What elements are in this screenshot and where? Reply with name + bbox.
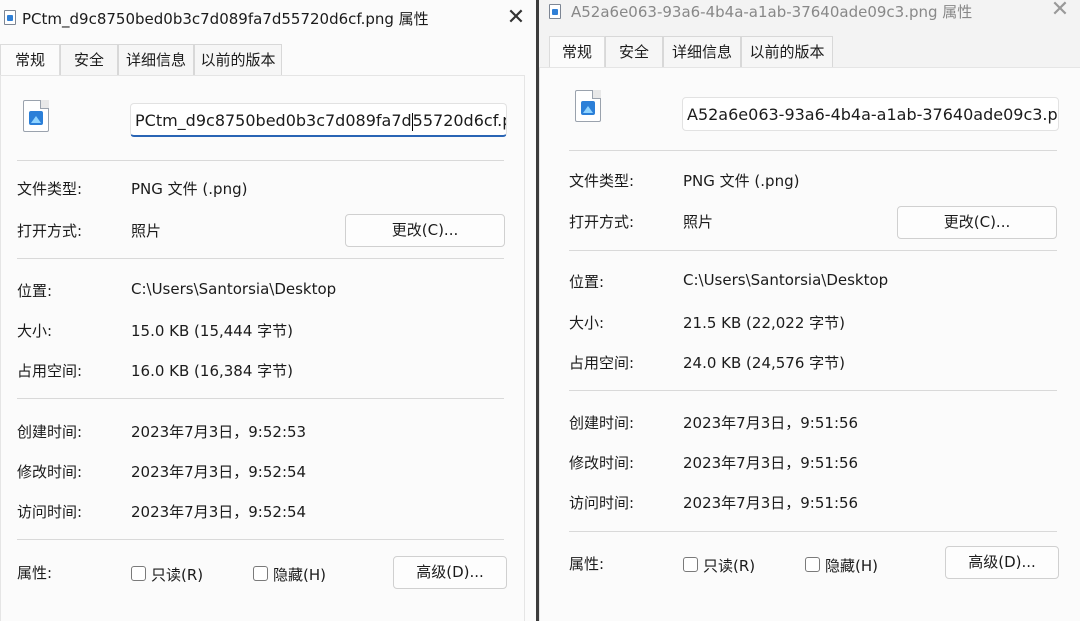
value-location: C:\Users\Santorsia\Desktop: [131, 280, 337, 298]
label-size: 大小:: [17, 322, 53, 340]
change-button[interactable]: 更改(C)...: [345, 214, 505, 247]
tab-general[interactable]: 常规: [549, 36, 605, 67]
value-size: 21.5 KB (22,022 字节): [683, 314, 846, 332]
hidden-label[interactable]: 隐藏(H): [825, 555, 878, 576]
tab-previous-versions[interactable]: 以前的版本: [194, 44, 282, 75]
value-location: C:\Users\Santorsia\Desktop: [683, 271, 889, 289]
value-file-type: PNG 文件 (.png): [131, 180, 248, 198]
value-created: 2023年7月3日，9:52:53: [131, 423, 307, 441]
hidden-checkbox[interactable]: [253, 566, 268, 581]
label-disk-size: 占用空间:: [569, 354, 635, 372]
readonly-checkbox[interactable]: [131, 566, 146, 581]
tab-general[interactable]: 常规: [0, 44, 60, 75]
window-title: A52a6e063-93a6-4b4a-a1ab-37640ade09c3.pn…: [571, 3, 973, 21]
readonly-checkbox[interactable]: [683, 557, 698, 572]
label-attributes: 属性:: [17, 564, 53, 582]
label-open-with: 打开方式:: [569, 213, 635, 231]
image-file-icon: [23, 100, 49, 132]
close-icon[interactable]: ✕: [1040, 0, 1080, 30]
value-file-type: PNG 文件 (.png): [683, 172, 800, 190]
properties-window-left: PCtm_d9c8750bed0b3c7d089fa7d55720d6cf.pn…: [0, 0, 536, 621]
separator: [17, 258, 504, 259]
hidden-checkbox[interactable]: [805, 557, 820, 572]
tab-security[interactable]: 安全: [60, 44, 118, 75]
title-bar: PCtm_d9c8750bed0b3c7d089fa7d55720d6cf.pn…: [0, 0, 536, 38]
label-created: 创建时间:: [569, 414, 635, 432]
filename-input[interactable]: A52a6e063-93a6-4b4a-a1ab-37640ade09c3.pn…: [682, 97, 1059, 131]
general-panel: PCtm_d9c8750bed0b3c7d089fa7d55720d6cf.pn…: [0, 75, 525, 621]
readonly-label[interactable]: 只读(R): [151, 564, 203, 585]
value-disk-size: 24.0 KB (24,576 字节): [683, 354, 846, 372]
title-bar: A52a6e063-93a6-4b4a-a1ab-37640ade09c3.pn…: [539, 0, 1080, 38]
tab-security[interactable]: 安全: [605, 36, 663, 67]
separator: [569, 531, 1057, 532]
image-file-icon: [575, 90, 601, 122]
tab-previous-versions[interactable]: 以前的版本: [741, 36, 833, 67]
value-open-with: 照片: [683, 213, 714, 231]
value-modified: 2023年7月3日，9:51:56: [683, 454, 859, 472]
value-size: 15.0 KB (15,444 字节): [131, 322, 294, 340]
separator: [569, 390, 1057, 391]
separator: [17, 398, 504, 399]
readonly-label[interactable]: 只读(R): [703, 555, 755, 576]
separator: [569, 250, 1057, 251]
hidden-label[interactable]: 隐藏(H): [273, 564, 326, 585]
label-modified: 修改时间:: [569, 454, 635, 472]
label-location: 位置:: [569, 273, 605, 291]
window-title: PCtm_d9c8750bed0b3c7d089fa7d55720d6cf.pn…: [22, 10, 429, 28]
label-accessed: 访问时间:: [569, 494, 635, 512]
label-file-type: 文件类型:: [17, 180, 83, 198]
tab-details[interactable]: 详细信息: [118, 44, 194, 75]
label-file-type: 文件类型:: [569, 172, 635, 190]
value-accessed: 2023年7月3日，9:51:56: [683, 494, 859, 512]
value-accessed: 2023年7月3日，9:52:54: [131, 503, 307, 521]
label-modified: 修改时间:: [17, 463, 83, 481]
tab-details[interactable]: 详细信息: [663, 36, 741, 67]
advanced-button[interactable]: 高级(D)...: [945, 546, 1059, 579]
close-icon[interactable]: ✕: [496, 0, 536, 38]
label-open-with: 打开方式:: [17, 222, 83, 240]
value-disk-size: 16.0 KB (16,384 字节): [131, 362, 294, 380]
separator: [569, 150, 1057, 151]
label-created: 创建时间:: [17, 423, 83, 441]
separator: [17, 539, 504, 540]
image-file-icon: [4, 10, 16, 25]
change-button[interactable]: 更改(C)...: [897, 206, 1057, 239]
label-attributes: 属性:: [569, 555, 605, 573]
label-accessed: 访问时间:: [17, 503, 83, 521]
label-location: 位置:: [17, 282, 53, 300]
value-open-with: 照片: [131, 222, 162, 240]
value-modified: 2023年7月3日，9:52:54: [131, 463, 307, 481]
filename-input[interactable]: PCtm_d9c8750bed0b3c7d089fa7d55720d6cf.pn…: [130, 103, 507, 137]
general-panel: A52a6e063-93a6-4b4a-a1ab-37640ade09c3.pn…: [539, 67, 1080, 621]
label-disk-size: 占用空间:: [17, 362, 83, 380]
properties-window-right: A52a6e063-93a6-4b4a-a1ab-37640ade09c3.pn…: [539, 0, 1080, 621]
image-file-icon: [549, 4, 561, 19]
advanced-button[interactable]: 高级(D)...: [393, 556, 507, 589]
separator: [17, 160, 504, 161]
value-created: 2023年7月3日，9:51:56: [683, 414, 859, 432]
label-size: 大小:: [569, 314, 605, 332]
